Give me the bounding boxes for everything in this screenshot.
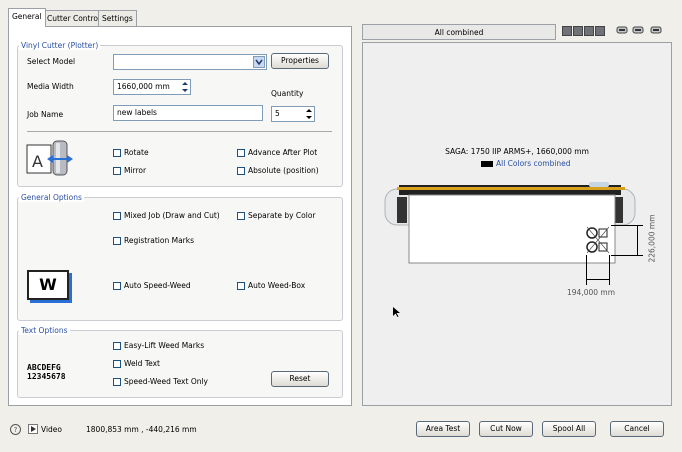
divider — [27, 131, 332, 132]
help-icon[interactable]: ? — [10, 424, 21, 435]
chevron-down-icon[interactable] — [253, 56, 265, 68]
checkbox-box[interactable] — [113, 148, 121, 157]
weed-icon-letter: W — [39, 275, 57, 294]
dimension-line — [611, 255, 643, 256]
properties-button[interactable]: Properties — [271, 53, 329, 69]
status-bar: ? Video 1800,853 mm , -440,216 mm Area T… — [0, 414, 682, 452]
checkbox-box[interactable] — [113, 359, 121, 368]
reset-button[interactable]: Reset — [271, 371, 329, 387]
coordinates-readout: 1800,853 mm , -440,216 mm — [86, 425, 197, 434]
job-name-field[interactable]: new labels — [113, 105, 263, 121]
speed-weed-text-only-checkbox[interactable]: Speed-Weed Text Only — [113, 377, 208, 386]
quantity-value: 5 — [275, 109, 280, 118]
dimension-line — [611, 225, 643, 226]
checkbox-box[interactable] — [237, 148, 245, 157]
plotter-name: SAGA: 1750 IIP ARMS+, 1660,000 mm — [445, 147, 589, 156]
mirror-label: Mirror — [124, 166, 147, 175]
general-options-legend: General Options — [19, 193, 84, 202]
width-dimension-text: 194,000 mm — [567, 288, 616, 297]
height-dimension-text: 226,000 mm — [647, 214, 657, 263]
checkbox-box[interactable] — [237, 211, 245, 220]
easy-lift-weed-marks-checkbox[interactable]: Easy-Lift Weed Marks — [113, 341, 204, 350]
vinyl-cutter-legend: Vinyl Cutter (Plotter) — [19, 41, 101, 50]
mixed-job-label: Mixed Job (Draw and Cut) — [124, 211, 220, 220]
easy-lift-weed-marks-label: Easy-Lift Weed Marks — [124, 341, 205, 350]
cancel-button[interactable]: Cancel — [610, 421, 664, 437]
mouse-cursor-icon — [393, 307, 401, 317]
color-legend: All Colors combined — [481, 159, 571, 168]
text-options-legend: Text Options — [19, 326, 70, 335]
quantity-field[interactable]: 5 — [271, 106, 315, 122]
checkbox-box[interactable] — [113, 211, 121, 220]
spool-all-button[interactable]: Spool All — [542, 421, 596, 437]
text-sample-line-2: 12345678 — [27, 372, 66, 381]
tab-general[interactable]: General — [8, 8, 46, 27]
auto-speed-weed-checkbox[interactable]: Auto Speed-Weed — [113, 281, 191, 290]
checkbox-box[interactable] — [113, 377, 121, 386]
svg-text:A: A — [32, 152, 43, 171]
select-model-label: Select Model — [27, 57, 76, 66]
spinner-icon[interactable] — [305, 107, 313, 121]
dimension-line — [586, 279, 609, 280]
mixed-job-checkbox[interactable]: Mixed Job (Draw and Cut) — [113, 211, 220, 220]
checkbox-box[interactable] — [113, 281, 121, 290]
preview-color-selector[interactable]: All combined — [362, 24, 556, 40]
tab-settings[interactable]: Settings — [98, 10, 137, 26]
checkbox-box[interactable] — [237, 281, 245, 290]
mirror-checkbox[interactable]: Mirror — [113, 166, 146, 175]
quantity-label: Quantity — [271, 89, 304, 98]
weld-text-checkbox[interactable]: Weld Text — [113, 359, 160, 368]
previous-page-icon[interactable] — [573, 26, 583, 36]
absolute-position-label: Absolute (position) — [248, 166, 319, 175]
weed-icon: W — [27, 270, 69, 300]
dimension-line — [586, 255, 587, 285]
dimension-line — [637, 225, 638, 255]
advance-after-plot-checkbox[interactable]: Advance After Plot — [237, 148, 317, 157]
checkbox-box[interactable] — [113, 166, 121, 175]
cut-now-button[interactable]: Cut Now — [479, 421, 533, 437]
job-name-label: Job Name — [27, 110, 64, 119]
media-width-field[interactable]: 1660,000 mm — [113, 79, 191, 95]
tab-cutter-control[interactable]: Cutter Control — [43, 10, 105, 26]
video-label[interactable]: Video — [41, 425, 62, 434]
auto-weed-box-label: Auto Weed-Box — [248, 281, 306, 290]
absolute-position-checkbox[interactable]: Absolute (position) — [237, 166, 319, 175]
color-swatch — [481, 160, 493, 167]
rotate-mirror-icon: A — [25, 139, 79, 177]
media-width-label: Media Width — [27, 82, 74, 91]
checkbox-box[interactable] — [113, 236, 121, 245]
text-sample-line-1: ABCDEFG — [27, 363, 61, 372]
general-tab-panel: Vinyl Cutter (Plotter) Select Model Prop… — [8, 26, 352, 406]
auto-speed-weed-label: Auto Speed-Weed — [124, 281, 191, 290]
media-width-value: 1660,000 mm — [117, 82, 170, 91]
dimension-line — [609, 255, 610, 285]
cut-job-graphic — [585, 225, 611, 255]
area-test-button[interactable]: Area Test — [416, 421, 470, 437]
color-legend-label: All Colors combined — [496, 159, 571, 168]
video-play-icon[interactable] — [28, 424, 38, 434]
next-page-icon[interactable] — [584, 26, 594, 36]
plotter-view-icon[interactable] — [650, 24, 662, 36]
plotter-view-icon[interactable] — [616, 24, 628, 36]
registration-marks-checkbox[interactable]: Registration Marks — [113, 236, 194, 245]
weld-text-label: Weld Text — [124, 359, 160, 368]
first-page-icon[interactable] — [562, 26, 572, 36]
spinner-icon[interactable] — [181, 80, 189, 94]
speed-weed-text-only-label: Speed-Weed Text Only — [124, 377, 208, 386]
separate-by-color-label: Separate by Color — [248, 211, 316, 220]
last-page-icon[interactable] — [595, 26, 605, 36]
height-dimension-label: 226,000 mm — [646, 215, 658, 265]
select-model-dropdown[interactable] — [113, 54, 267, 70]
text-sample-icon: ABCDEFG 12345678 — [27, 363, 66, 381]
registration-marks-label: Registration Marks — [124, 236, 195, 245]
rotate-label: Rotate — [124, 148, 149, 157]
auto-weed-box-checkbox[interactable]: Auto Weed-Box — [237, 281, 305, 290]
plotter-view-icon[interactable] — [632, 24, 644, 36]
preview-panel: SAGA: 1750 IIP ARMS+, 1660,000 mm All Co… — [362, 42, 672, 406]
advance-after-plot-label: Advance After Plot — [248, 148, 318, 157]
rotate-checkbox[interactable]: Rotate — [113, 148, 149, 157]
checkbox-box[interactable] — [237, 166, 245, 175]
separate-by-color-checkbox[interactable]: Separate by Color — [237, 211, 316, 220]
checkbox-box[interactable] — [113, 341, 121, 350]
